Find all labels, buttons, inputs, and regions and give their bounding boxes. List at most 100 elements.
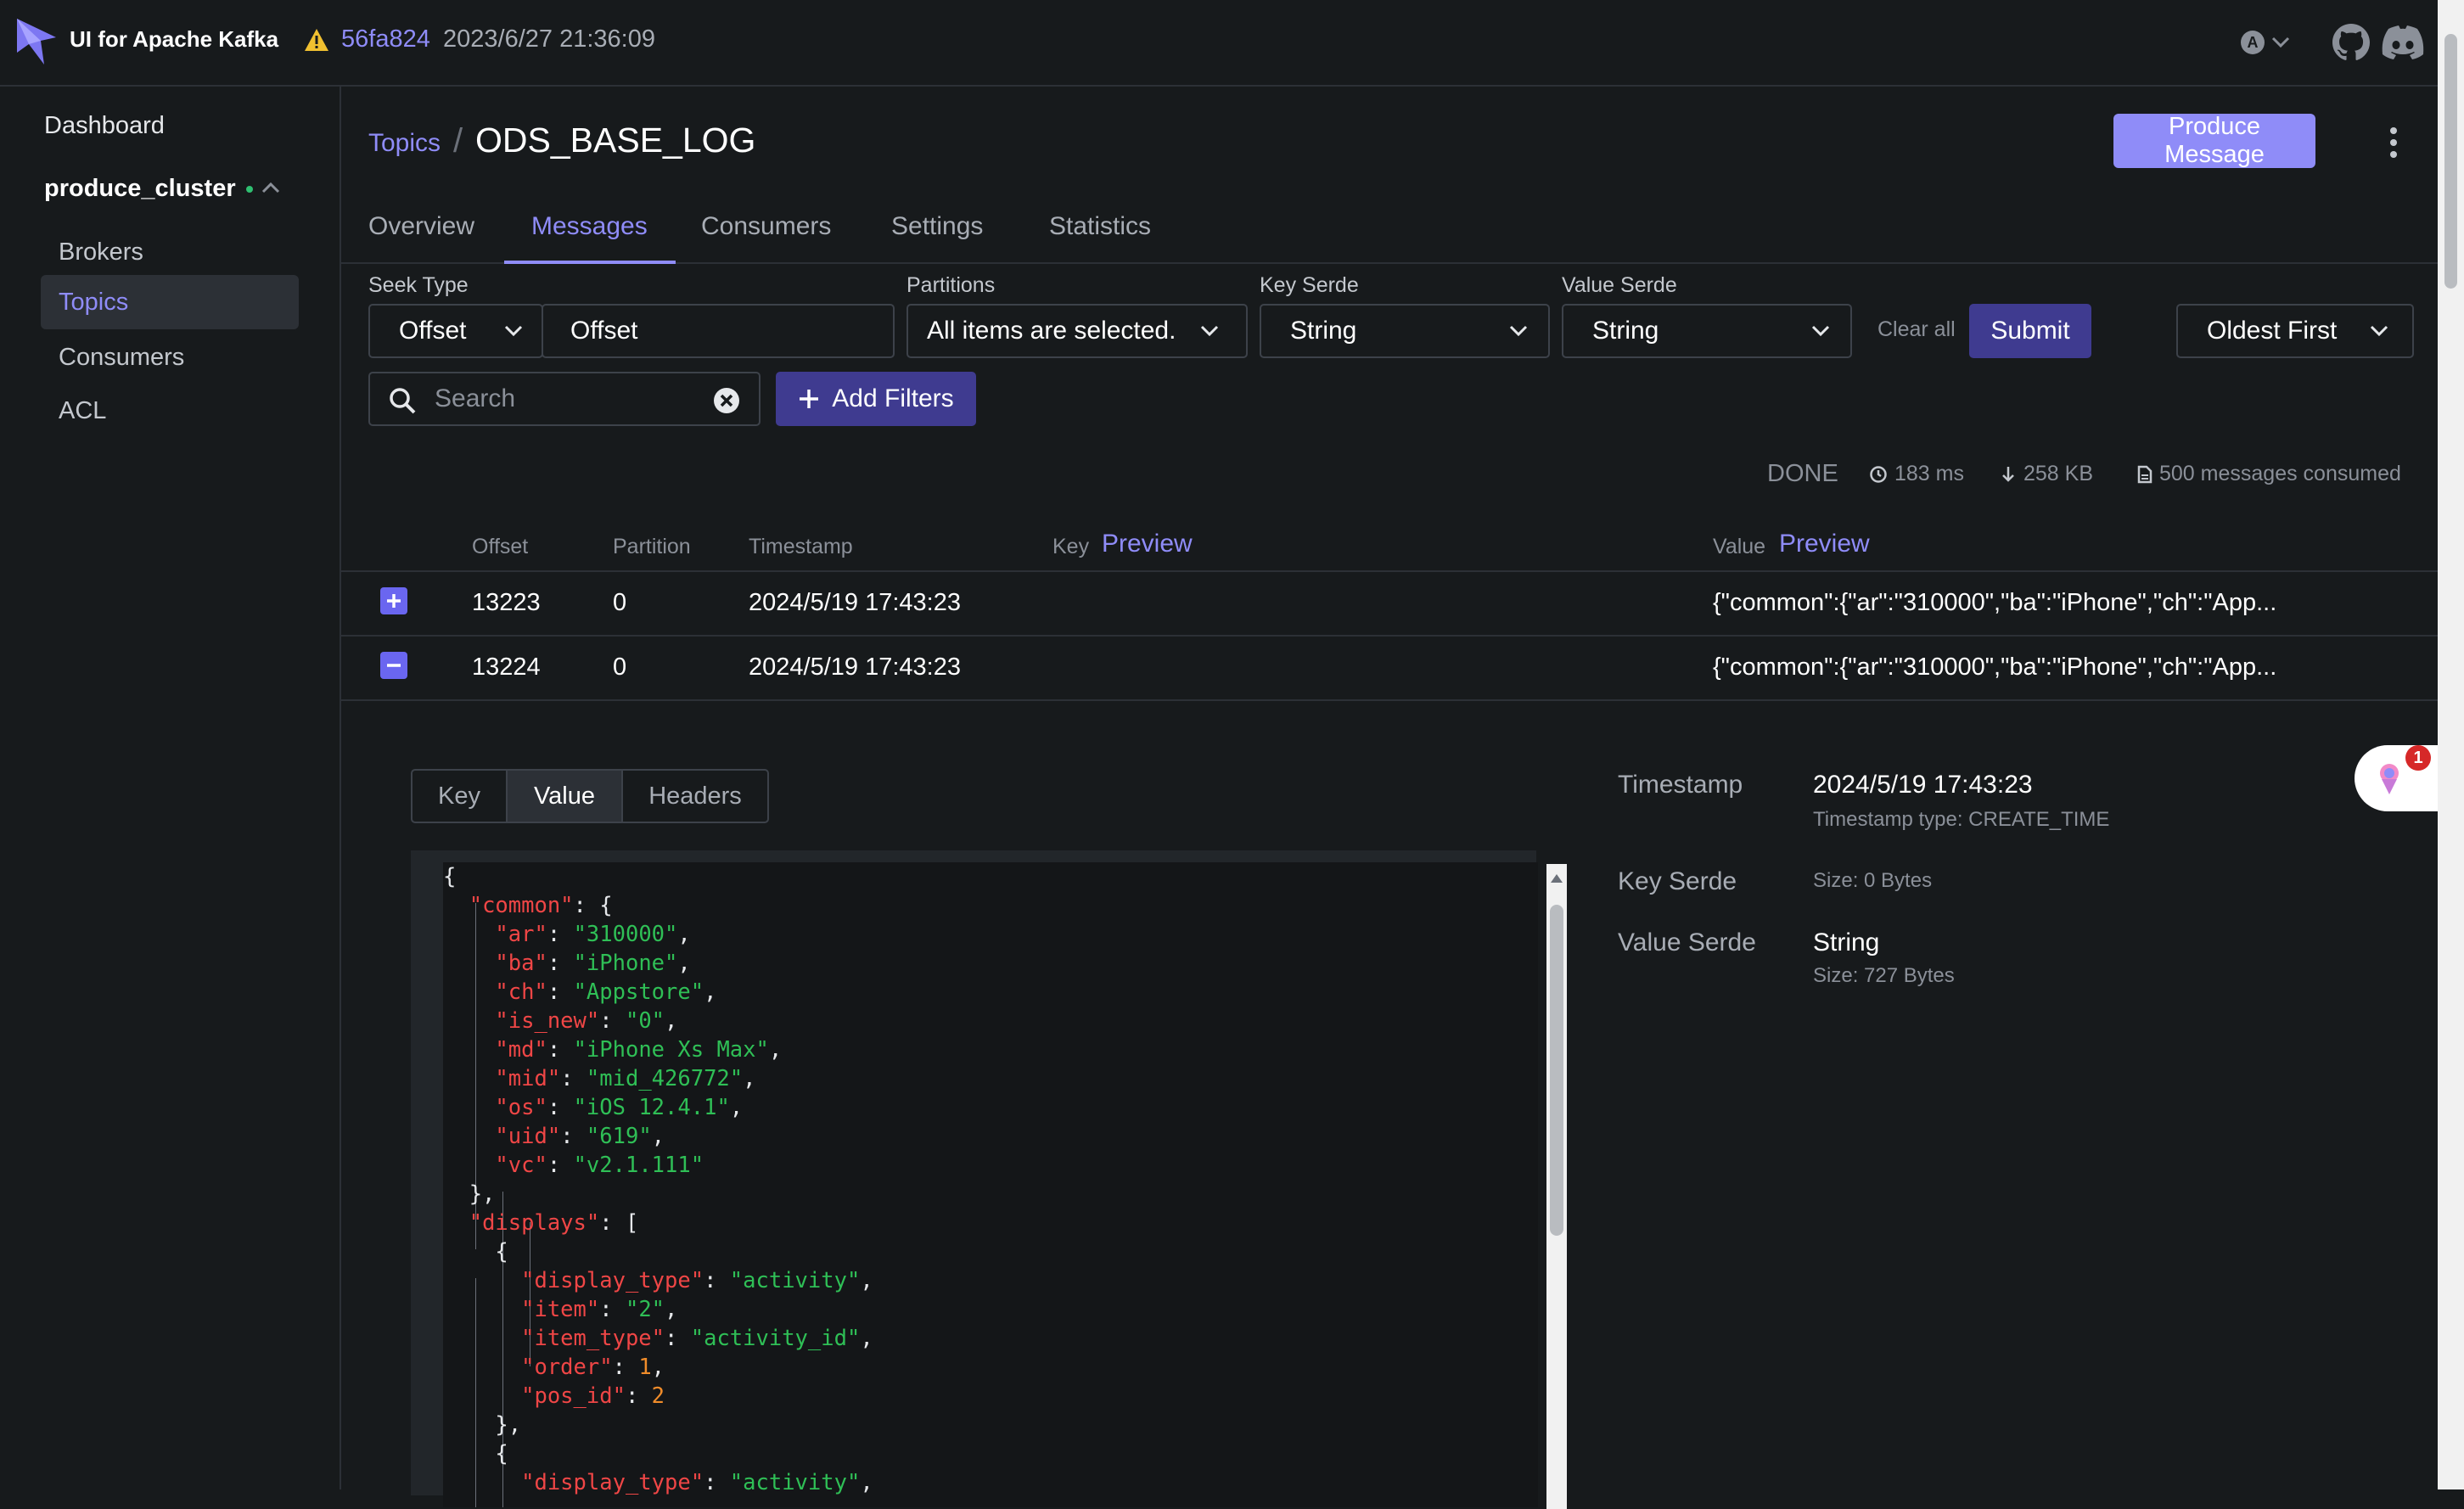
sidebar-cluster-toggle[interactable]: produce_cluster	[44, 175, 253, 203]
json-line: "display_type": "activity",	[521, 1470, 873, 1495]
ice-cream-icon	[2380, 764, 2399, 794]
editor-scroll-thumb[interactable]	[1550, 905, 1563, 1236]
row-value-preview[interactable]: {"common":{"ar":"310000","ba":"iPhone","…	[1713, 654, 2276, 682]
sort-order-select[interactable]: Oldest First	[2176, 304, 2414, 358]
partitions-select[interactable]: All items are selected.	[906, 304, 1248, 358]
detail-tab-key[interactable]: Key	[413, 771, 508, 822]
page-scrollbar[interactable]	[2438, 0, 2464, 1489]
messages-consumed: 500 messages consumed	[2137, 462, 2401, 486]
feedback-widget[interactable]	[2355, 745, 2448, 811]
active-tab-indicator	[504, 261, 676, 264]
value-serde-value: String	[1592, 317, 1659, 345]
theme-toggle[interactable]: A	[2241, 25, 2300, 59]
search-placeholder: Search	[435, 384, 516, 412]
json-line: "item": "2",	[521, 1297, 678, 1322]
json-line: "pos_id": 2	[521, 1383, 665, 1409]
github-icon[interactable]	[2332, 24, 2370, 61]
seek-type-value: Offset	[399, 317, 467, 345]
json-editor[interactable]: { "common": { "ar": "310000", "ba": "iPh…	[443, 862, 1538, 1507]
editor-scrollbar[interactable]	[1546, 864, 1567, 1509]
json-code: { "common": { "ar": "310000", "ba": "iPh…	[443, 862, 873, 1497]
key-serde-label: Key Serde	[1260, 273, 1359, 297]
chevron-down-icon	[1509, 325, 1528, 337]
chevron-down-icon	[1200, 325, 1219, 337]
table-header-divider	[341, 570, 2438, 572]
tab-consumers[interactable]: Consumers	[701, 212, 831, 263]
page-scroll-thumb[interactable]	[2444, 34, 2457, 289]
kafka-logo-icon[interactable]	[15, 15, 58, 68]
clear-all-button[interactable]: Clear all	[1877, 317, 1956, 342]
more-options-icon[interactable]	[2388, 126, 2399, 160]
breadcrumb-topics-link[interactable]: Topics	[368, 129, 441, 158]
fetch-status: DONE	[1767, 460, 1838, 487]
json-line: },	[443, 1412, 522, 1438]
build-date: 2023/6/27 21:36:09	[443, 25, 655, 53]
row-value-preview[interactable]: {"common":{"ar":"310000","ba":"iPhone","…	[1713, 589, 2276, 617]
tab-settings[interactable]: Settings	[891, 212, 983, 263]
top-navbar: UI for Apache Kafka 56fa824 2023/6/27 21…	[0, 0, 2438, 87]
column-header-partition: Partition	[613, 535, 691, 558]
json-line: "ar": "310000",	[495, 922, 691, 947]
value-size: Size: 727 Bytes	[1813, 964, 1955, 987]
json-line: "mid": "mid_426772",	[495, 1066, 756, 1091]
offset-input-value: Offset	[570, 317, 638, 345]
json-line: "os": "iOS 12.4.1",	[495, 1095, 744, 1120]
add-filters-label: Add Filters	[832, 384, 954, 412]
row-timestamp: 2024/5/19 17:43:23	[749, 589, 961, 616]
seek-type-select[interactable]: Offset	[368, 304, 543, 358]
json-line: "is_new": "0",	[495, 1008, 678, 1034]
chevron-up-icon[interactable]	[261, 182, 280, 194]
row-timestamp: 2024/5/19 17:43:23	[749, 654, 961, 681]
detail-tab-headers[interactable]: Headers	[623, 771, 767, 822]
row-partition: 0	[613, 589, 627, 616]
version-link[interactable]: 56fa824	[341, 25, 430, 53]
sidebar-item-brokers[interactable]: Brokers	[41, 225, 299, 279]
expand-row-icon[interactable]	[380, 587, 407, 614]
key-serde-select[interactable]: String	[1260, 304, 1550, 358]
add-filters-button[interactable]: Add Filters	[776, 372, 976, 426]
notification-badge: 1	[2405, 745, 2431, 771]
value-preview-button[interactable]: Preview	[1779, 530, 1870, 558]
sidebar-item-consumers[interactable]: Consumers	[41, 330, 299, 384]
partitions-label: Partitions	[906, 273, 996, 297]
discord-icon[interactable]	[2382, 25, 2424, 59]
partitions-value: All items are selected.	[927, 317, 1176, 345]
clear-search-icon[interactable]	[713, 387, 740, 414]
row-offset: 13223	[472, 589, 541, 616]
offset-input[interactable]: Offset	[542, 304, 895, 358]
chevron-down-icon	[2271, 36, 2290, 48]
produce-message-button[interactable]: Produce Message	[2113, 113, 2315, 168]
scroll-up-icon[interactable]	[1551, 874, 1563, 883]
key-serde-value: String	[1290, 317, 1357, 345]
json-line: },	[443, 1181, 496, 1207]
json-line: "display_type": "activity",	[521, 1268, 873, 1293]
theme-auto-icon: A	[2241, 31, 2265, 54]
tab-overview[interactable]: Overview	[368, 212, 474, 263]
key-size: Size: 0 Bytes	[1813, 869, 1933, 892]
warning-icon	[305, 29, 328, 51]
json-line: {	[443, 1239, 508, 1265]
app-title[interactable]: UI for Apache Kafka	[70, 26, 278, 53]
column-header-timestamp: Timestamp	[749, 535, 853, 558]
value-serde-select[interactable]: String	[1562, 304, 1852, 358]
submit-button[interactable]: Submit	[1969, 304, 2091, 358]
detail-tab-value[interactable]: Value	[508, 771, 623, 822]
json-line: {	[443, 864, 457, 889]
table-row-divider	[341, 699, 2438, 701]
table-row-divider	[341, 635, 2438, 637]
json-line: "displays": [	[469, 1210, 639, 1236]
key-serde-label: Key Serde	[1618, 867, 1737, 895]
search-input[interactable]: Search	[368, 372, 761, 426]
sidebar-item-acl[interactable]: ACL	[41, 384, 299, 438]
chevron-down-icon	[1811, 325, 1830, 337]
key-preview-button[interactable]: Preview	[1102, 530, 1193, 558]
collapse-row-icon[interactable]	[380, 652, 407, 679]
sidebar-item-dashboard[interactable]: Dashboard	[44, 112, 165, 140]
json-line: "uid": "619",	[495, 1124, 665, 1149]
document-icon	[2137, 465, 2152, 483]
tab-statistics[interactable]: Statistics	[1049, 212, 1151, 263]
tab-messages[interactable]: Messages	[531, 212, 648, 263]
json-line: "item_type": "activity_id",	[521, 1326, 873, 1351]
sidebar-item-topics[interactable]: Topics	[41, 275, 299, 329]
json-line: {	[443, 1441, 508, 1467]
